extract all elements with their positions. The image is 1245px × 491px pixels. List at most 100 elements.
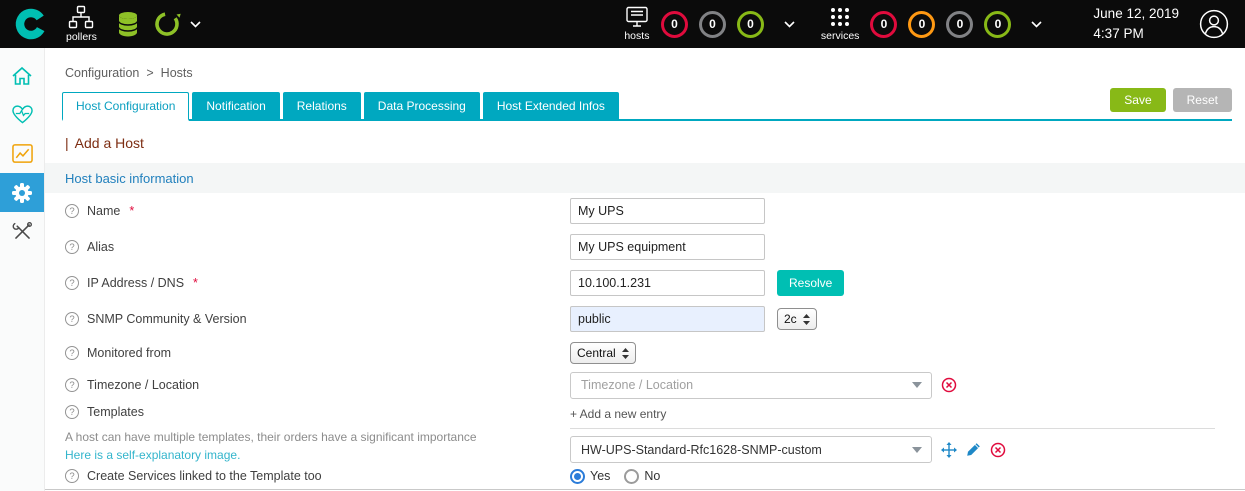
timezone-select[interactable]: Timezone / Location xyxy=(570,372,932,399)
hosts-down-badge[interactable]: 0 xyxy=(661,11,688,38)
tab-bar: Host Configuration Notification Relation… xyxy=(62,92,1232,121)
hosts-unreachable-badge[interactable]: 0 xyxy=(699,11,726,38)
tab-host-extended-infos[interactable]: Host Extended Infos xyxy=(483,92,619,119)
services-icon xyxy=(829,6,851,28)
breadcrumb-configuration[interactable]: Configuration xyxy=(65,66,139,80)
hosts-menu[interactable]: hosts xyxy=(624,6,650,42)
sync-circle-icon xyxy=(153,10,181,38)
template-select[interactable]: HW-UPS-Standard-Rfc1628-SNMP-custom xyxy=(570,436,932,463)
radio-yes[interactable] xyxy=(570,469,585,484)
snmp-version-select[interactable]: 2c xyxy=(777,308,817,330)
top-bar: pollers hosts 0 0 0 xyxy=(0,0,1245,48)
services-ok-badge[interactable]: 0 xyxy=(984,11,1011,38)
services-status-cluster: services 0 0 0 0 xyxy=(821,6,1043,42)
reset-button[interactable]: Reset xyxy=(1173,88,1232,112)
select-spinner-icon xyxy=(622,348,629,359)
poller-export-status[interactable] xyxy=(153,10,181,38)
sidebar-item-configuration[interactable] xyxy=(0,173,44,212)
delete-circle-icon xyxy=(990,442,1006,458)
page-title: | Add a Host xyxy=(65,135,1245,151)
snmp-version-value: 2c xyxy=(784,312,797,326)
section-header: Host basic information xyxy=(45,163,1245,193)
pollers-chevron-down-icon[interactable] xyxy=(190,21,201,28)
radio-yes-label[interactable]: Yes xyxy=(590,469,610,483)
pollers-icon xyxy=(68,5,94,29)
hosts-label: hosts xyxy=(624,30,649,42)
template-delete-button[interactable] xyxy=(990,442,1006,458)
services-warning-badge[interactable]: 0 xyxy=(908,11,935,38)
form-row-create-services: ? Create Services linked to the Template… xyxy=(45,463,1245,490)
tab-relations[interactable]: Relations xyxy=(283,92,361,119)
help-icon[interactable]: ? xyxy=(65,378,79,392)
resolve-button[interactable]: Resolve xyxy=(777,270,844,296)
user-icon xyxy=(1199,9,1229,39)
templates-help-link[interactable]: Here is a self-explanatory image. xyxy=(65,448,240,462)
snmp-label: SNMP Community & Version xyxy=(87,312,247,326)
form-row-timezone: ? Timezone / Location Timezone / Locatio… xyxy=(45,369,1245,401)
form-row-snmp: ? SNMP Community & Version 2c xyxy=(45,301,1245,337)
create-services-label: Create Services linked to the Template t… xyxy=(87,469,322,483)
help-icon[interactable]: ? xyxy=(65,346,79,360)
sidebar-item-reporting[interactable] xyxy=(0,134,44,173)
help-icon[interactable]: ? xyxy=(65,312,79,326)
help-icon[interactable]: ? xyxy=(65,240,79,254)
services-chevron-down-icon[interactable] xyxy=(1031,21,1042,28)
services-label: services xyxy=(821,30,860,42)
template-edit-button[interactable] xyxy=(966,442,981,457)
tools-icon xyxy=(12,221,33,242)
form-row-monitored-from: ? Monitored from Central xyxy=(45,337,1245,369)
form-row-alias: ? Alias xyxy=(45,229,1245,265)
breadcrumb: Configuration > Hosts xyxy=(45,48,1245,80)
timezone-clear-button[interactable] xyxy=(941,377,957,393)
help-icon[interactable]: ? xyxy=(65,469,79,483)
tab-data-processing[interactable]: Data Processing xyxy=(364,92,480,119)
breadcrumb-hosts[interactable]: Hosts xyxy=(161,66,193,80)
ip-input[interactable] xyxy=(570,270,765,296)
alias-input[interactable] xyxy=(570,234,765,260)
breadcrumb-separator: > xyxy=(146,66,153,80)
hosts-status-cluster: hosts 0 0 0 xyxy=(624,6,795,42)
help-icon[interactable]: ? xyxy=(65,405,79,419)
sidebar-item-home[interactable] xyxy=(0,56,44,95)
ip-label: IP Address / DNS xyxy=(87,276,184,290)
select-spinner-icon xyxy=(803,314,810,325)
tab-notification[interactable]: Notification xyxy=(192,92,279,119)
timezone-placeholder: Timezone / Location xyxy=(581,378,693,392)
monitored-from-select[interactable]: Central xyxy=(570,342,636,364)
sidebar xyxy=(0,48,45,491)
tab-host-configuration[interactable]: Host Configuration xyxy=(62,92,189,121)
radio-no[interactable] xyxy=(624,469,639,484)
radio-no-label[interactable]: No xyxy=(644,469,660,483)
centreon-logo[interactable] xyxy=(14,7,48,41)
hosts-up-badge[interactable]: 0 xyxy=(737,11,764,38)
database-icon xyxy=(117,11,139,38)
form-row-ip: ? IP Address / DNS * Resolve xyxy=(45,265,1245,301)
pollers-menu[interactable]: pollers xyxy=(66,5,97,43)
template-move-button[interactable] xyxy=(941,442,957,458)
services-menu[interactable]: services xyxy=(821,6,860,42)
template-selected-value: HW-UPS-Standard-Rfc1628-SNMP-custom xyxy=(581,443,822,457)
name-input[interactable] xyxy=(570,198,765,224)
help-icon[interactable]: ? xyxy=(65,276,79,290)
create-services-radio-group: Yes No xyxy=(570,469,660,484)
save-button[interactable]: Save xyxy=(1110,88,1165,112)
hosts-chevron-down-icon[interactable] xyxy=(784,21,795,28)
snmp-community-input[interactable] xyxy=(570,306,765,332)
services-unknown-badge[interactable]: 0 xyxy=(946,11,973,38)
required-asterisk: * xyxy=(193,276,198,290)
page-title-text: Add a Host xyxy=(75,135,144,151)
dropdown-arrow-icon xyxy=(912,447,922,453)
page-title-prefix: | xyxy=(65,135,69,151)
poller-database-status[interactable] xyxy=(117,11,139,38)
sidebar-item-monitoring[interactable] xyxy=(0,95,44,134)
user-menu[interactable] xyxy=(1199,9,1229,39)
help-icon[interactable]: ? xyxy=(65,204,79,218)
form-actions: Save Reset xyxy=(1110,88,1232,112)
sidebar-item-administration[interactable] xyxy=(0,212,44,251)
template-entry: HW-UPS-Standard-Rfc1628-SNMP-custom xyxy=(570,436,1215,463)
dropdown-arrow-icon xyxy=(912,382,922,388)
services-critical-badge[interactable]: 0 xyxy=(870,11,897,38)
add-template-link[interactable]: + Add a new entry xyxy=(570,407,666,421)
name-label: Name xyxy=(87,204,120,218)
form-row-templates: ? Templates A host can have multiple tem… xyxy=(45,401,1245,463)
